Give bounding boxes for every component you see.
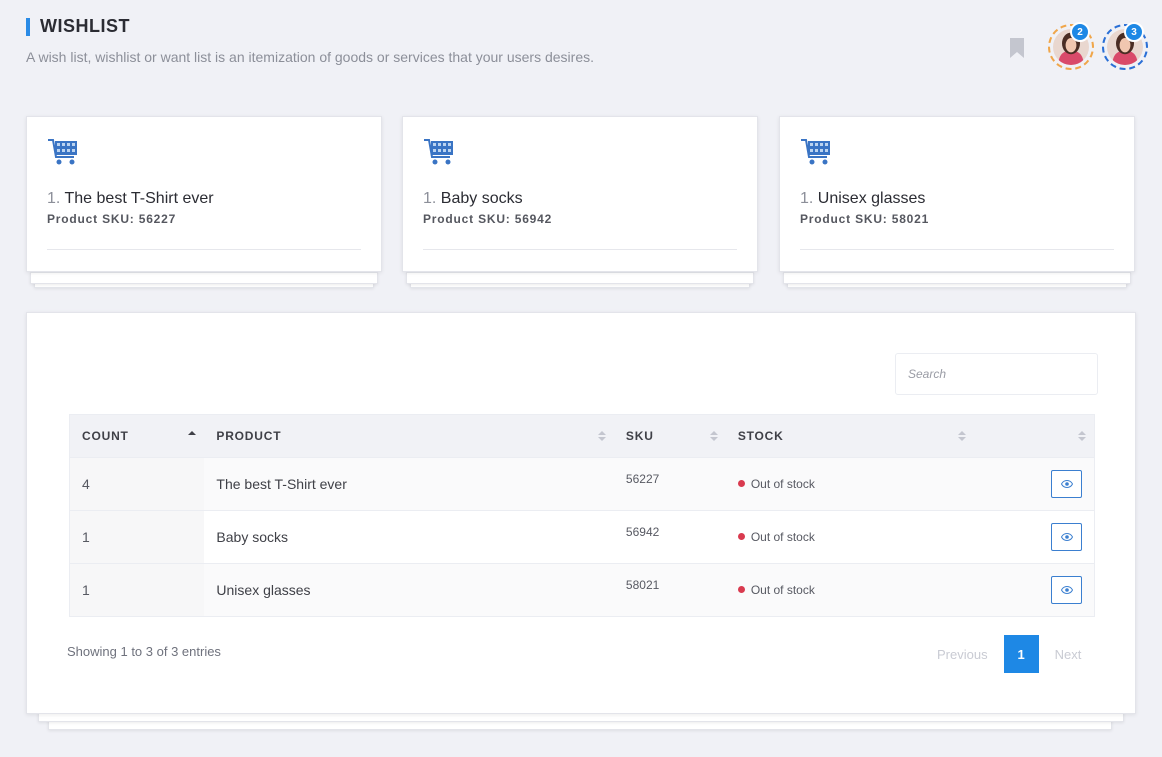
column-header-product[interactable]: PRODUCT [204, 415, 614, 458]
previous-button[interactable]: Previous [921, 647, 1004, 662]
column-header-stock[interactable]: STOCK [726, 415, 974, 458]
column-label: SKU [625, 429, 654, 443]
product-cell: The best T-Shirt ever [216, 476, 347, 492]
notification-badge: 3 [1124, 22, 1144, 42]
card-number: 1. [800, 190, 814, 207]
page-header: WISHLIST A wish list, wishlist or want l… [26, 16, 594, 65]
product-card-stack: 1. The best T-Shirt ever Product SKU: 56… [26, 116, 382, 288]
search-input[interactable] [895, 353, 1098, 395]
table-header-row: COUNT PRODUCT SKU STOCK [69, 414, 1095, 458]
sort-icon [597, 431, 606, 441]
sort-asc-icon [188, 431, 197, 435]
card-title: 1. The best T-Shirt ever [47, 190, 361, 208]
wishlist-table: COUNT PRODUCT SKU STOCK 4 The best T-Shi… [69, 414, 1095, 617]
table-row: 4 The best T-Shirt ever 56227 Out of sto… [69, 457, 1095, 511]
card-shadow-layer [406, 272, 754, 284]
stock-cell: Out of stock [726, 458, 974, 511]
pagination: Previous 1 Next [921, 635, 1097, 673]
avatar-2[interactable]: 3 [1102, 22, 1148, 70]
wishlist-panel-stack: COUNT PRODUCT SKU STOCK [26, 312, 1136, 730]
status-dot-icon [737, 586, 745, 594]
eye-icon [1060, 586, 1073, 594]
card-sku: Product SKU: 56227 [47, 212, 177, 226]
next-button[interactable]: Next [1039, 647, 1098, 662]
sort-icon [1078, 431, 1086, 441]
eye-icon [1060, 480, 1073, 488]
bookmark-icon[interactable] [1008, 36, 1026, 60]
product-card-stack: 1. Baby socks Product SKU: 56942 [402, 116, 758, 288]
table-row: 1 Baby socks 56942 Out of stock [69, 510, 1095, 564]
product-cell: Baby socks [216, 529, 288, 545]
column-label: PRODUCT [216, 429, 282, 443]
card-title: 1. Unisex glasses [800, 190, 1114, 208]
card-divider [800, 249, 1114, 250]
card-number: 1. [423, 190, 437, 207]
status-dot-icon [737, 533, 745, 541]
sku-cell: 56227 [625, 472, 660, 486]
avatar-1[interactable]: 2 [1048, 22, 1094, 70]
count-cell: 1 [69, 510, 205, 564]
card-product-name: The best T-Shirt ever [64, 190, 214, 207]
table-info: Showing 1 to 3 of 3 entries [67, 644, 221, 659]
card-title: 1. Baby socks [423, 190, 737, 208]
card-shadow-layer [783, 272, 1131, 284]
cart-icon [48, 139, 77, 165]
count-cell: 1 [69, 563, 205, 617]
count-cell: 4 [69, 457, 205, 511]
column-header-count[interactable]: COUNT [70, 415, 205, 458]
card-product-name: Unisex glasses [817, 190, 926, 207]
cart-icon [801, 139, 830, 165]
sku-cell: 56942 [625, 525, 660, 539]
action-cell [974, 458, 1095, 511]
card-sku: Product SKU: 58021 [800, 212, 930, 226]
cart-icon [424, 139, 453, 165]
product-card-stack: 1. Unisex glasses Product SKU: 58021 [779, 116, 1135, 288]
action-cell [974, 564, 1095, 617]
stock-status: Out of stock [750, 477, 815, 491]
notification-badge: 2 [1070, 22, 1090, 42]
status-dot-icon [737, 480, 745, 488]
column-label: STOCK [737, 429, 784, 443]
product-card: 1. Baby socks Product SKU: 56942 [402, 116, 758, 272]
product-cell: Unisex glasses [216, 582, 311, 598]
view-button[interactable] [1051, 470, 1082, 498]
product-card: 1. The best T-Shirt ever Product SKU: 56… [26, 116, 382, 272]
wishlist-panel: COUNT PRODUCT SKU STOCK [26, 312, 1136, 714]
view-button[interactable] [1051, 576, 1082, 604]
stock-status: Out of stock [750, 583, 815, 597]
title-row: WISHLIST [26, 16, 594, 37]
header-actions: 2 3 [1008, 22, 1148, 70]
table-row: 1 Unisex glasses 58021 Out of stock [69, 563, 1095, 617]
page-subtitle: A wish list, wishlist or want list is an… [26, 49, 594, 65]
card-shadow-layer [30, 272, 378, 284]
card-sku: Product SKU: 56942 [423, 212, 553, 226]
stock-cell: Out of stock [726, 564, 974, 617]
sku-cell: 58021 [625, 578, 660, 592]
card-number: 1. [47, 190, 61, 207]
sort-icon [709, 431, 718, 441]
action-cell [974, 511, 1095, 564]
stock-status: Out of stock [750, 530, 815, 544]
product-card: 1. Unisex glasses Product SKU: 58021 [779, 116, 1135, 272]
column-header-sku[interactable]: SKU [614, 415, 726, 458]
card-divider [47, 249, 361, 250]
column-label: COUNT [82, 429, 129, 443]
page-title: WISHLIST [40, 16, 130, 36]
eye-icon [1060, 533, 1073, 541]
view-button[interactable] [1051, 523, 1082, 551]
column-header-actions[interactable] [974, 415, 1095, 458]
stock-cell: Out of stock [726, 511, 974, 564]
sort-icon [957, 431, 966, 441]
card-product-name: Baby socks [440, 190, 523, 207]
card-divider [423, 249, 737, 250]
page-button-1[interactable]: 1 [1003, 635, 1039, 673]
title-accent-bar [26, 17, 30, 36]
